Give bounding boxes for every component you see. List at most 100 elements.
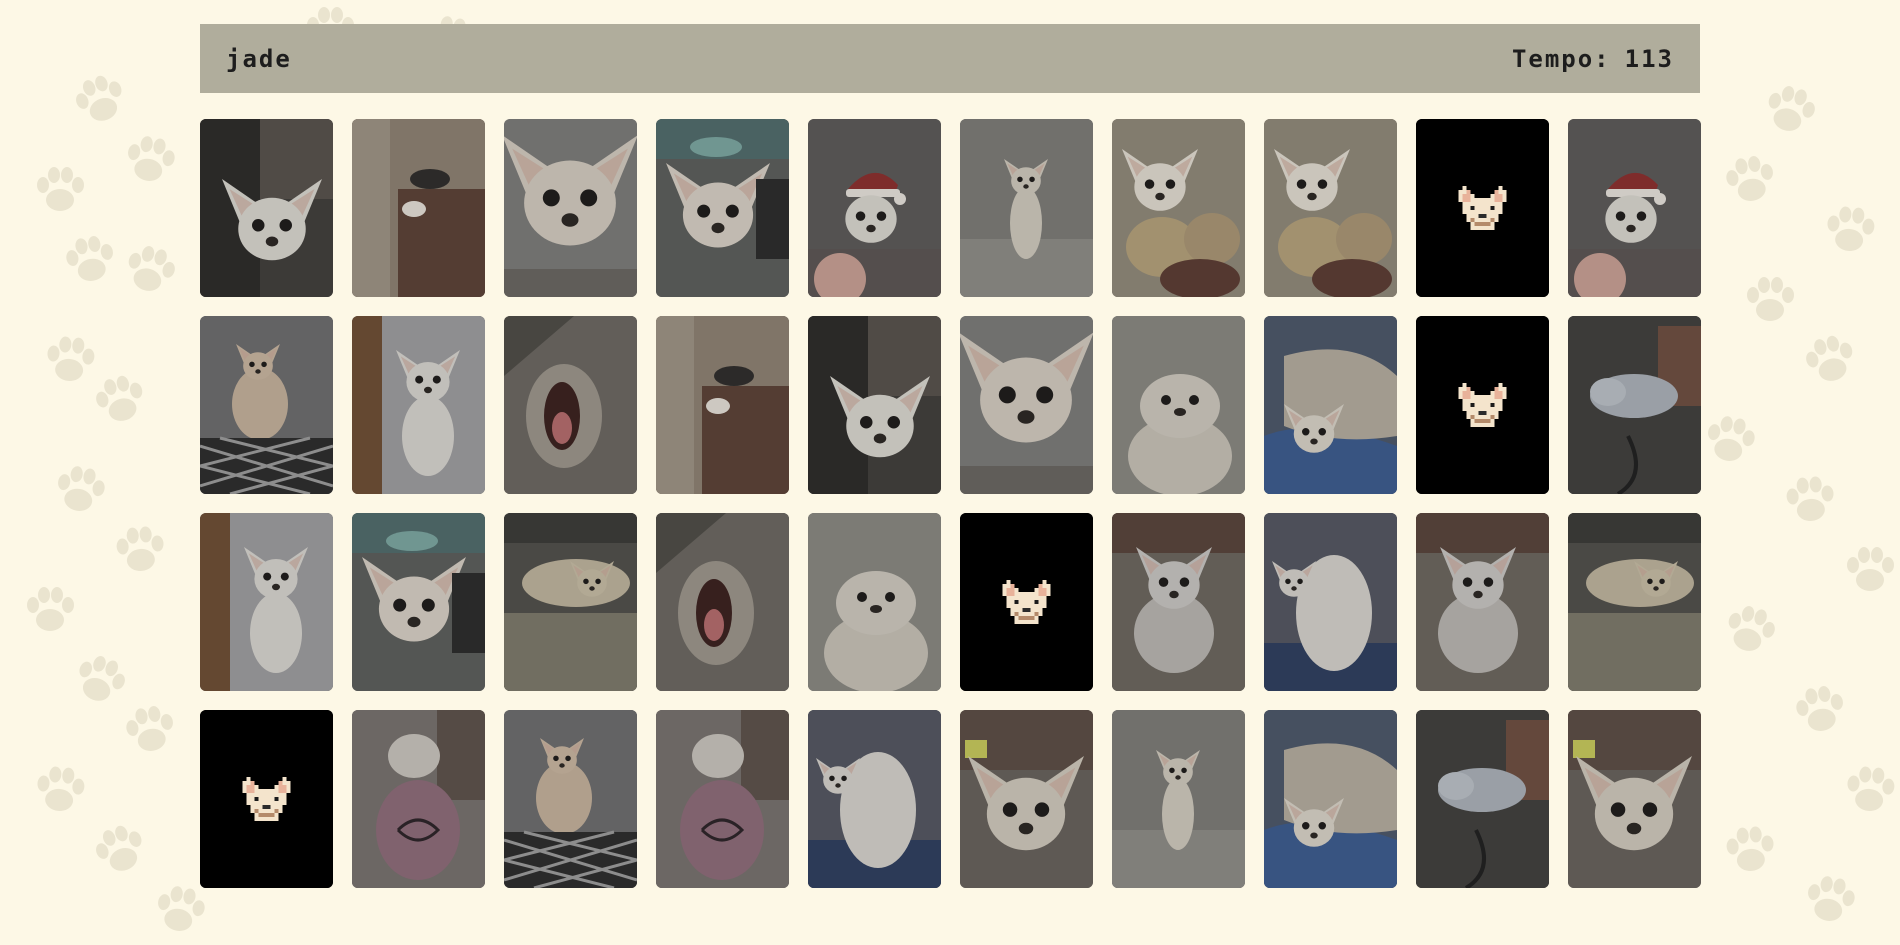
memory-card-back[interactable] — [200, 710, 333, 888]
timer: Tempo: 113 — [1512, 45, 1674, 73]
dog-on-couch-photo — [352, 119, 485, 297]
dog-ears-up-bed-photo — [1416, 513, 1549, 691]
memory-card-dog-closeup-door[interactable] — [200, 119, 333, 297]
paw-print-icon — [1728, 606, 1775, 651]
dog-front-face-photo — [1568, 710, 1701, 888]
dog-standing-up-photo — [960, 119, 1093, 297]
memory-card-dog-sitting-floor[interactable] — [352, 316, 485, 494]
memory-card-dog-with-plush[interactable] — [1112, 119, 1245, 297]
paw-print-icon — [96, 375, 143, 421]
paw-print-icon — [1768, 86, 1815, 131]
paw-print-icon — [1847, 547, 1894, 591]
memory-card-dog-face-blur[interactable] — [808, 513, 941, 691]
memory-card-dog-standing-up[interactable] — [1112, 710, 1245, 888]
paw-print-icon — [47, 336, 95, 381]
memory-card-back[interactable] — [1416, 119, 1549, 297]
pixel-chihuahua-icon — [1416, 119, 1549, 297]
memory-card-dog-side-cushion[interactable] — [504, 710, 637, 888]
paw-print-icon — [1726, 156, 1773, 201]
memory-card-back[interactable] — [960, 513, 1093, 691]
paw-print-icon — [128, 246, 175, 291]
dog-side-cushion-photo — [200, 316, 333, 494]
memory-card-dog-santa-hat[interactable] — [808, 119, 941, 297]
dog-side-cushion-photo — [504, 710, 637, 888]
dog-lying-rug-photo — [504, 513, 637, 691]
dog-curled-bed-photo — [1416, 710, 1549, 888]
paw-print-icon — [37, 167, 84, 211]
dog-lying-rug-photo — [1568, 513, 1701, 691]
memory-card-dog-lying-rug[interactable] — [504, 513, 637, 691]
memory-card-dog-standing-up[interactable] — [960, 119, 1093, 297]
memory-card-dog-with-toy[interactable] — [352, 513, 485, 691]
paw-print-icon — [1847, 766, 1895, 811]
dog-big-eyes-photo — [960, 316, 1093, 494]
dog-pink-sweater-photo — [352, 710, 485, 888]
paw-print-icon — [79, 656, 125, 701]
dog-with-plush-photo — [1112, 119, 1245, 297]
memory-card-dog-pink-sweater[interactable] — [352, 710, 485, 888]
dog-sitting-floor-photo — [352, 316, 485, 494]
memory-card-dog-ears-up-bed[interactable] — [1416, 513, 1549, 691]
dog-big-eyes-photo — [504, 119, 637, 297]
paw-print-icon — [58, 466, 105, 511]
memory-card-dog-on-couch[interactable] — [352, 119, 485, 297]
paw-print-icon — [96, 825, 142, 871]
memory-card-dog-big-eyes[interactable] — [504, 119, 637, 297]
memory-card-dog-lying-rug[interactable] — [1568, 513, 1701, 691]
memory-card-dog-under-blanket[interactable] — [1264, 316, 1397, 494]
memory-card-dog-santa-hat[interactable] — [1568, 119, 1701, 297]
memory-card-dog-with-plush[interactable] — [1264, 119, 1397, 297]
memory-card-dog-back-view[interactable] — [1264, 513, 1397, 691]
dog-santa-hat-photo — [808, 119, 941, 297]
memory-card-dog-under-blanket[interactable] — [1264, 710, 1397, 888]
dog-back-view-photo — [808, 710, 941, 888]
player-name: jade — [226, 44, 292, 73]
pixel-chihuahua-icon — [1416, 316, 1549, 494]
paw-print-icon — [126, 706, 173, 751]
memory-card-dog-front-face[interactable] — [960, 710, 1093, 888]
dog-pink-sweater-photo — [656, 710, 789, 888]
paw-print-icon — [128, 136, 175, 181]
memory-card-dog-side-cushion[interactable] — [200, 316, 333, 494]
paw-print-icon — [1708, 416, 1755, 461]
memory-card-dog-with-toy[interactable] — [656, 119, 789, 297]
dog-santa-hat-photo — [1568, 119, 1701, 297]
memory-card-dog-yawning[interactable] — [504, 316, 637, 494]
memory-card-dog-face-blur[interactable] — [1112, 316, 1245, 494]
paw-print-icon — [66, 236, 113, 281]
paw-print-icon — [1786, 476, 1834, 521]
paw-print-icon — [1808, 876, 1855, 921]
paw-print-icon — [1796, 686, 1843, 731]
paw-print-icon — [1806, 335, 1853, 381]
dog-front-face-photo — [960, 710, 1093, 888]
dog-yawning-photo — [656, 513, 789, 691]
timer-label: Tempo: — [1511, 44, 1611, 73]
memory-card-dog-ears-up-bed[interactable] — [1112, 513, 1245, 691]
memory-card-dog-front-face[interactable] — [1568, 710, 1701, 888]
paw-print-icon — [1726, 826, 1774, 871]
paw-print-icon — [1827, 206, 1875, 251]
memory-card-back[interactable] — [1416, 316, 1549, 494]
memory-card-dog-closeup-door[interactable] — [808, 316, 941, 494]
dog-with-plush-photo — [1264, 119, 1397, 297]
paw-print-icon — [76, 75, 122, 121]
game-header: jade Tempo: 113 — [200, 24, 1700, 93]
dog-closeup-door-photo — [200, 119, 333, 297]
dog-face-blur-photo — [1112, 316, 1245, 494]
memory-card-dog-curled-bed[interactable] — [1568, 316, 1701, 494]
memory-card-dog-pink-sweater[interactable] — [656, 710, 789, 888]
dog-with-toy-photo — [352, 513, 485, 691]
paw-print-icon — [27, 587, 74, 631]
dog-standing-up-photo — [1112, 710, 1245, 888]
memory-card-grid — [200, 119, 1701, 888]
memory-card-dog-curled-bed[interactable] — [1416, 710, 1549, 888]
memory-card-dog-big-eyes[interactable] — [960, 316, 1093, 494]
dog-yawning-photo — [504, 316, 637, 494]
pixel-chihuahua-icon — [200, 710, 333, 888]
memory-card-dog-sitting-floor[interactable] — [200, 513, 333, 691]
memory-card-dog-back-view[interactable] — [808, 710, 941, 888]
dog-sitting-floor-photo — [200, 513, 333, 691]
memory-card-dog-on-couch[interactable] — [656, 316, 789, 494]
dog-ears-up-bed-photo — [1112, 513, 1245, 691]
memory-card-dog-yawning[interactable] — [656, 513, 789, 691]
